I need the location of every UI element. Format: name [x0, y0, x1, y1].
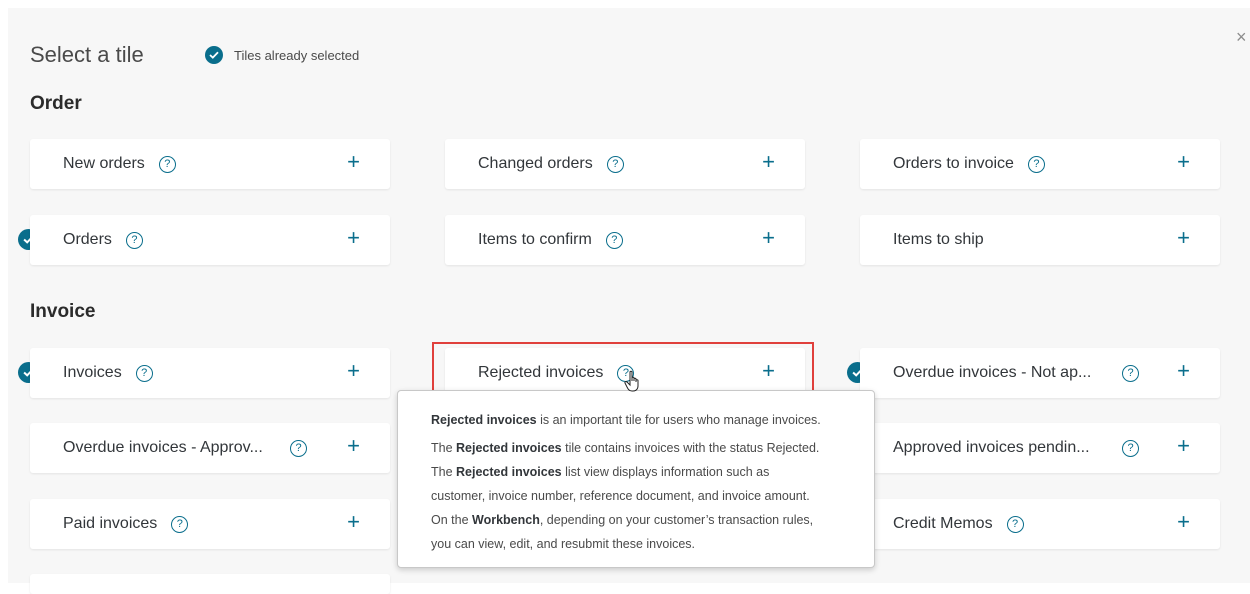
tile-orders-to-invoice[interactable]: Orders to invoice ? + — [860, 139, 1220, 189]
help-icon[interactable]: ? — [135, 364, 153, 382]
popover-line-2: The Rejected invoices tile contains invo… — [431, 441, 820, 455]
tile-items-to-confirm[interactable]: Items to confirm ? + — [445, 215, 805, 265]
tile-label: Overdue invoices - Approv... — [63, 439, 263, 456]
tile-label: Changed orders — [478, 155, 593, 172]
tile-label: Overdue invoices - Not ap... — [893, 364, 1092, 381]
tile-label: Invoices — [63, 364, 122, 381]
help-popover: Rejected invoices is an important tile f… — [397, 390, 875, 568]
tile-label: Orders — [63, 231, 112, 248]
selected-legend: Tiles already selected — [205, 46, 359, 64]
add-icon[interactable]: + — [347, 360, 360, 382]
hand-cursor-icon — [624, 370, 639, 392]
add-icon[interactable]: + — [1177, 151, 1190, 173]
help-icon[interactable]: ? — [1006, 515, 1024, 533]
tile-paid-invoices[interactable]: Paid invoices ? + — [30, 499, 390, 549]
check-icon — [205, 46, 223, 64]
highlight-box — [432, 342, 814, 397]
help-icon[interactable]: ? — [605, 231, 623, 249]
tile-label: Approved invoices pendin... — [893, 439, 1090, 456]
tile-orders[interactable]: Orders ? + — [30, 215, 390, 265]
section-order: Order — [30, 93, 82, 114]
tile-label: Paid invoices — [63, 515, 158, 532]
tile-label: Items to confirm — [478, 231, 592, 248]
tile-label: Orders to invoice — [893, 155, 1014, 172]
add-icon[interactable]: + — [347, 151, 360, 173]
help-icon[interactable]: ? — [158, 155, 176, 173]
help-icon[interactable]: ? — [125, 231, 143, 249]
add-icon[interactable]: + — [762, 227, 775, 249]
legend-label: Tiles already selected — [234, 47, 360, 63]
add-icon[interactable]: + — [347, 227, 360, 249]
tile-overdue-approved[interactable]: Overdue invoices - Approv... ? + — [30, 423, 390, 473]
tile-items-to-ship[interactable]: Items to ship + — [860, 215, 1220, 265]
add-icon[interactable]: + — [1177, 511, 1190, 533]
dialog-title: Select a tile — [30, 42, 144, 67]
help-icon[interactable]: ? — [290, 439, 307, 457]
tile-label: Credit Memos — [893, 515, 993, 532]
popover-line-4: customer, invoice number, reference docu… — [431, 489, 810, 503]
popover-line-6: you can view, edit, and resubmit these i… — [431, 537, 696, 551]
tile-invoices[interactable]: Invoices ? + — [30, 348, 390, 398]
tile-partial[interactable] — [30, 574, 390, 594]
add-icon[interactable]: + — [347, 511, 360, 533]
tile-label: New orders — [63, 155, 145, 172]
close-icon[interactable]: × — [1236, 28, 1247, 46]
popover-line-3: The Rejected invoices list view displays… — [431, 465, 770, 479]
popover-line-1: Rejected invoices is an important tile f… — [431, 413, 821, 427]
add-icon[interactable]: + — [1177, 360, 1190, 382]
help-icon[interactable]: ? — [171, 515, 189, 533]
help-icon[interactable]: ? — [1122, 364, 1139, 382]
popover-line-5: On the Workbench, depending on your cust… — [431, 513, 814, 527]
help-icon[interactable]: ? — [1027, 155, 1045, 173]
add-icon[interactable]: + — [1177, 435, 1190, 457]
add-icon[interactable]: + — [1177, 227, 1190, 249]
help-icon[interactable]: ? — [1122, 439, 1139, 457]
tile-credit-memos[interactable]: Credit Memos ? + — [860, 499, 1220, 549]
add-icon[interactable]: + — [762, 151, 775, 173]
section-invoice: Invoice — [30, 301, 96, 322]
tile-new-orders[interactable]: New orders ? + — [30, 139, 390, 189]
tile-approved-pending[interactable]: Approved invoices pendin... ? + — [860, 423, 1220, 473]
tile-label: Items to ship — [893, 231, 984, 248]
help-icon[interactable]: ? — [606, 155, 624, 173]
add-icon[interactable]: + — [347, 435, 360, 457]
tile-changed-orders[interactable]: Changed orders ? + — [445, 139, 805, 189]
tile-overdue-not-approved[interactable]: Overdue invoices - Not ap... ? + — [860, 348, 1220, 398]
